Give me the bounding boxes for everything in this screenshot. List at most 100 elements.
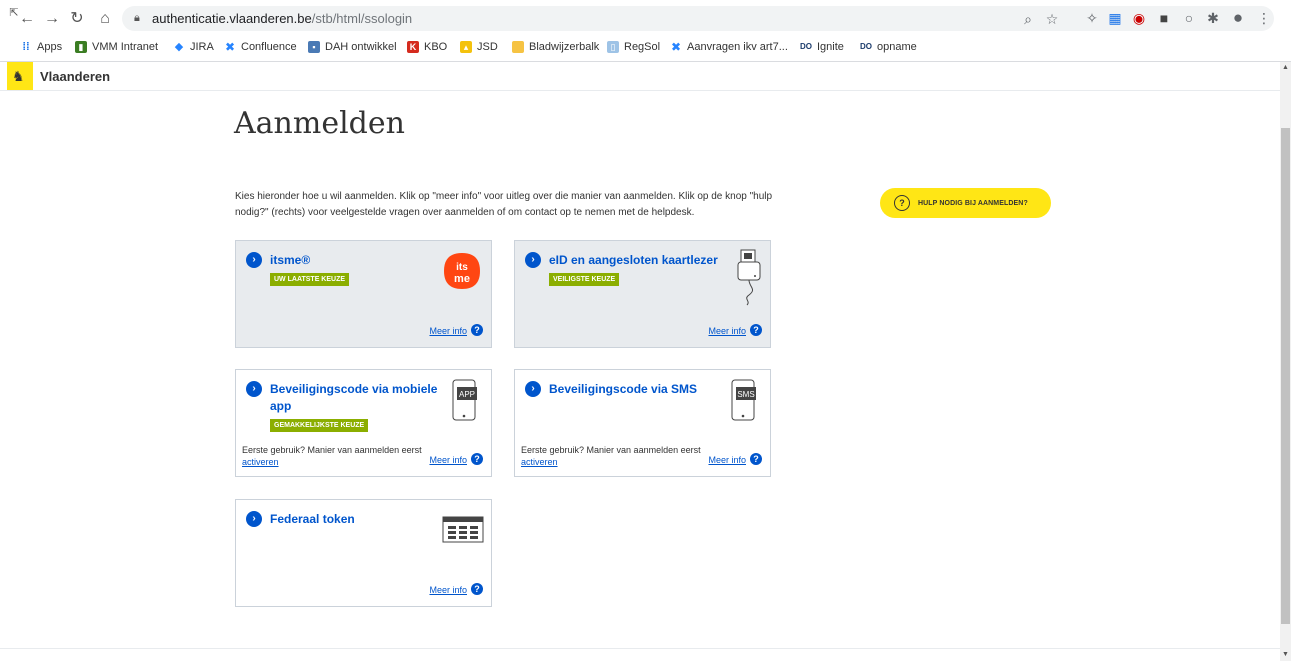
extension-icon[interactable]: ▦ (1107, 10, 1123, 26)
chevron-right-icon: › (246, 252, 262, 268)
bookmark-aanvragen[interactable]: ✖ Aanvragen ikv art7... (670, 41, 788, 53)
option-itsme[interactable]: › itsme® UW LAATSTE KEUZE its me Meer in… (235, 240, 492, 348)
sms-icon-label: SMS (737, 390, 754, 399)
forward-icon[interactable]: → (42, 9, 62, 29)
bookmark-label: DAH ontwikkel (325, 41, 397, 53)
option-title: Beveiligingscode via SMS (549, 382, 698, 396)
help-button[interactable]: ? HULP NODIG BIJ AANMELDEN? (880, 188, 1051, 218)
lion-icon: ♞ (12, 68, 25, 84)
lock-icon: 🔒︎ (134, 12, 140, 24)
option-title-wrap: eID en aangesloten kaartlezer VEILIGSTE … (549, 252, 719, 286)
bookmark-kbo[interactable]: K KBO (407, 41, 447, 53)
first-use-text: Eerste gebruik? Manier van aanmelden eer… (242, 445, 422, 455)
chevron-right-icon: › (525, 381, 541, 397)
option-badge: UW LAATSTE KEUZE (270, 273, 350, 286)
bookmark-label: Bladwijzerbalk (529, 41, 600, 53)
footer-divider (0, 648, 1280, 649)
meer-info-link[interactable]: Meer info (429, 585, 467, 595)
site-title[interactable]: Vlaanderen (40, 69, 110, 84)
bookmark-opname[interactable]: DO opname (860, 41, 917, 53)
meer-info-link[interactable]: Meer info (708, 455, 746, 465)
confluence-icon: ✖ (670, 40, 682, 54)
app-icon-label: APP (459, 390, 475, 399)
bookmark-label: Apps (37, 41, 63, 53)
option-mobile-app[interactable]: › Beveiligingscode via mobiele app GEMAK… (235, 369, 492, 477)
profile-icon[interactable]: ● (1230, 9, 1246, 26)
back-icon[interactable]: ← (17, 9, 37, 29)
regsol-icon: ▯ (607, 41, 619, 53)
bookmark-ignite[interactable]: DO Ignite (800, 41, 844, 53)
help-button-label: HULP NODIG BIJ AANMELDEN? (918, 199, 1028, 207)
bookmark-label: VMM Intranet (92, 41, 159, 53)
option-title-wrap: Beveiligingscode via SMS (549, 381, 719, 398)
help-circle-icon[interactable]: ? (471, 453, 483, 465)
extension-icon[interactable]: ✧ (1084, 10, 1100, 26)
browser-toolbar: ⇱ ← → ↻ ⌂ 🔒︎ authenticatie.vlaanderen.be… (0, 0, 1291, 37)
bookmark-label: Aanvragen ikv art7... (687, 41, 788, 53)
star-icon[interactable]: ☆ (1044, 11, 1060, 27)
confluence-icon: ✖ (224, 40, 236, 54)
option-federaal-token[interactable]: › Federaal token Meer info ? (235, 499, 492, 607)
reload-icon[interactable]: ↻ (67, 9, 87, 29)
activate-link[interactable]: activeren (521, 457, 558, 467)
bookmark-vmm[interactable]: ▮ VMM Intranet (75, 41, 158, 53)
bookmark-label: KBO (424, 41, 448, 53)
option-badge: VEILIGSTE KEUZE (549, 273, 620, 286)
phone-sms-icon: SMS (731, 379, 756, 421)
home-icon[interactable]: ⌂ (95, 9, 115, 29)
scrollbar-thumb[interactable] (1281, 128, 1290, 624)
jsd-icon: ▴ (460, 41, 472, 53)
bookmark-label: RegSol (624, 41, 661, 53)
jira-icon: ◆ (173, 41, 185, 53)
bookmark-label: Ignite (817, 41, 844, 53)
dah-icon: ▪ (308, 41, 320, 53)
help-circle-icon[interactable]: ? (750, 453, 762, 465)
phone-app-icon: APP (452, 379, 477, 421)
option-title: Beveiligingscode via mobiele app (270, 382, 438, 413)
vmm-icon: ▮ (75, 41, 87, 53)
bookmark-jira[interactable]: ◆ JIRA (173, 41, 214, 53)
vlaanderen-logo[interactable]: ♞ (7, 62, 33, 90)
bookmark-regsol[interactable]: ▯ RegSol (607, 41, 660, 53)
extension-icon[interactable]: ■ (1156, 10, 1172, 26)
first-use-note: Eerste gebruik? Manier van aanmelden eer… (242, 444, 432, 468)
token-card-icon (442, 516, 484, 543)
help-circle-icon[interactable]: ? (471, 583, 483, 595)
meer-info-link[interactable]: Meer info (429, 455, 467, 465)
kbo-icon: K (407, 41, 419, 53)
help-circle-icon[interactable]: ? (750, 324, 762, 336)
folder-icon (512, 41, 524, 53)
bookmark-jsd[interactable]: ▴ JSD (460, 41, 498, 53)
menu-icon[interactable]: ⋮ (1256, 10, 1272, 26)
extension-icon[interactable]: ◉ (1131, 10, 1147, 26)
option-title: eID en aangesloten kaartlezer (549, 253, 718, 267)
option-title: itsme® (270, 253, 311, 267)
scroll-down-icon[interactable]: ▼ (1282, 651, 1289, 658)
option-sms[interactable]: › Beveiligingscode via SMS SMS Eerste ge… (514, 369, 771, 477)
zoom-icon[interactable]: ⌕ (1020, 11, 1036, 27)
option-title-wrap: Beveiligingscode via mobiele app GEMAKKE… (270, 381, 440, 432)
scroll-up-icon[interactable]: ▲ (1282, 64, 1289, 71)
meer-info-link[interactable]: Meer info (429, 326, 467, 336)
card-reader-icon (737, 249, 761, 306)
bookmark-confluence[interactable]: ✖ Confluence (224, 41, 297, 53)
apps-grid-icon: ⁞⁞ (20, 41, 32, 53)
option-eid[interactable]: › eID en aangesloten kaartlezer VEILIGST… (514, 240, 771, 348)
option-title-wrap: Federaal token (270, 511, 440, 528)
scrollbar[interactable] (1280, 62, 1291, 661)
bookmark-apps[interactable]: ⁞⁞ Apps (20, 41, 62, 53)
extension-icon[interactable]: ○ (1181, 10, 1197, 26)
help-circle-icon[interactable]: ? (471, 324, 483, 336)
bookmark-label: Confluence (241, 41, 297, 53)
url-text: authenticatie.vlaanderen.be/stb/html/sso… (152, 11, 412, 26)
activate-link[interactable]: activeren (242, 457, 279, 467)
option-title-wrap: itsme® UW LAATSTE KEUZE (270, 252, 440, 286)
svg-text:me: me (454, 273, 470, 285)
bookmark-folder[interactable]: Bladwijzerbalk (512, 41, 599, 53)
bookmark-label: JSD (477, 41, 498, 53)
bookmark-dah[interactable]: ▪ DAH ontwikkel (308, 41, 397, 53)
puzzle-icon[interactable]: ✱ (1205, 10, 1221, 26)
site-header: ♞ Vlaanderen (0, 62, 1280, 91)
meer-info-link[interactable]: Meer info (708, 326, 746, 336)
address-bar[interactable]: 🔒︎ authenticatie.vlaanderen.be/stb/html/… (122, 6, 1274, 31)
